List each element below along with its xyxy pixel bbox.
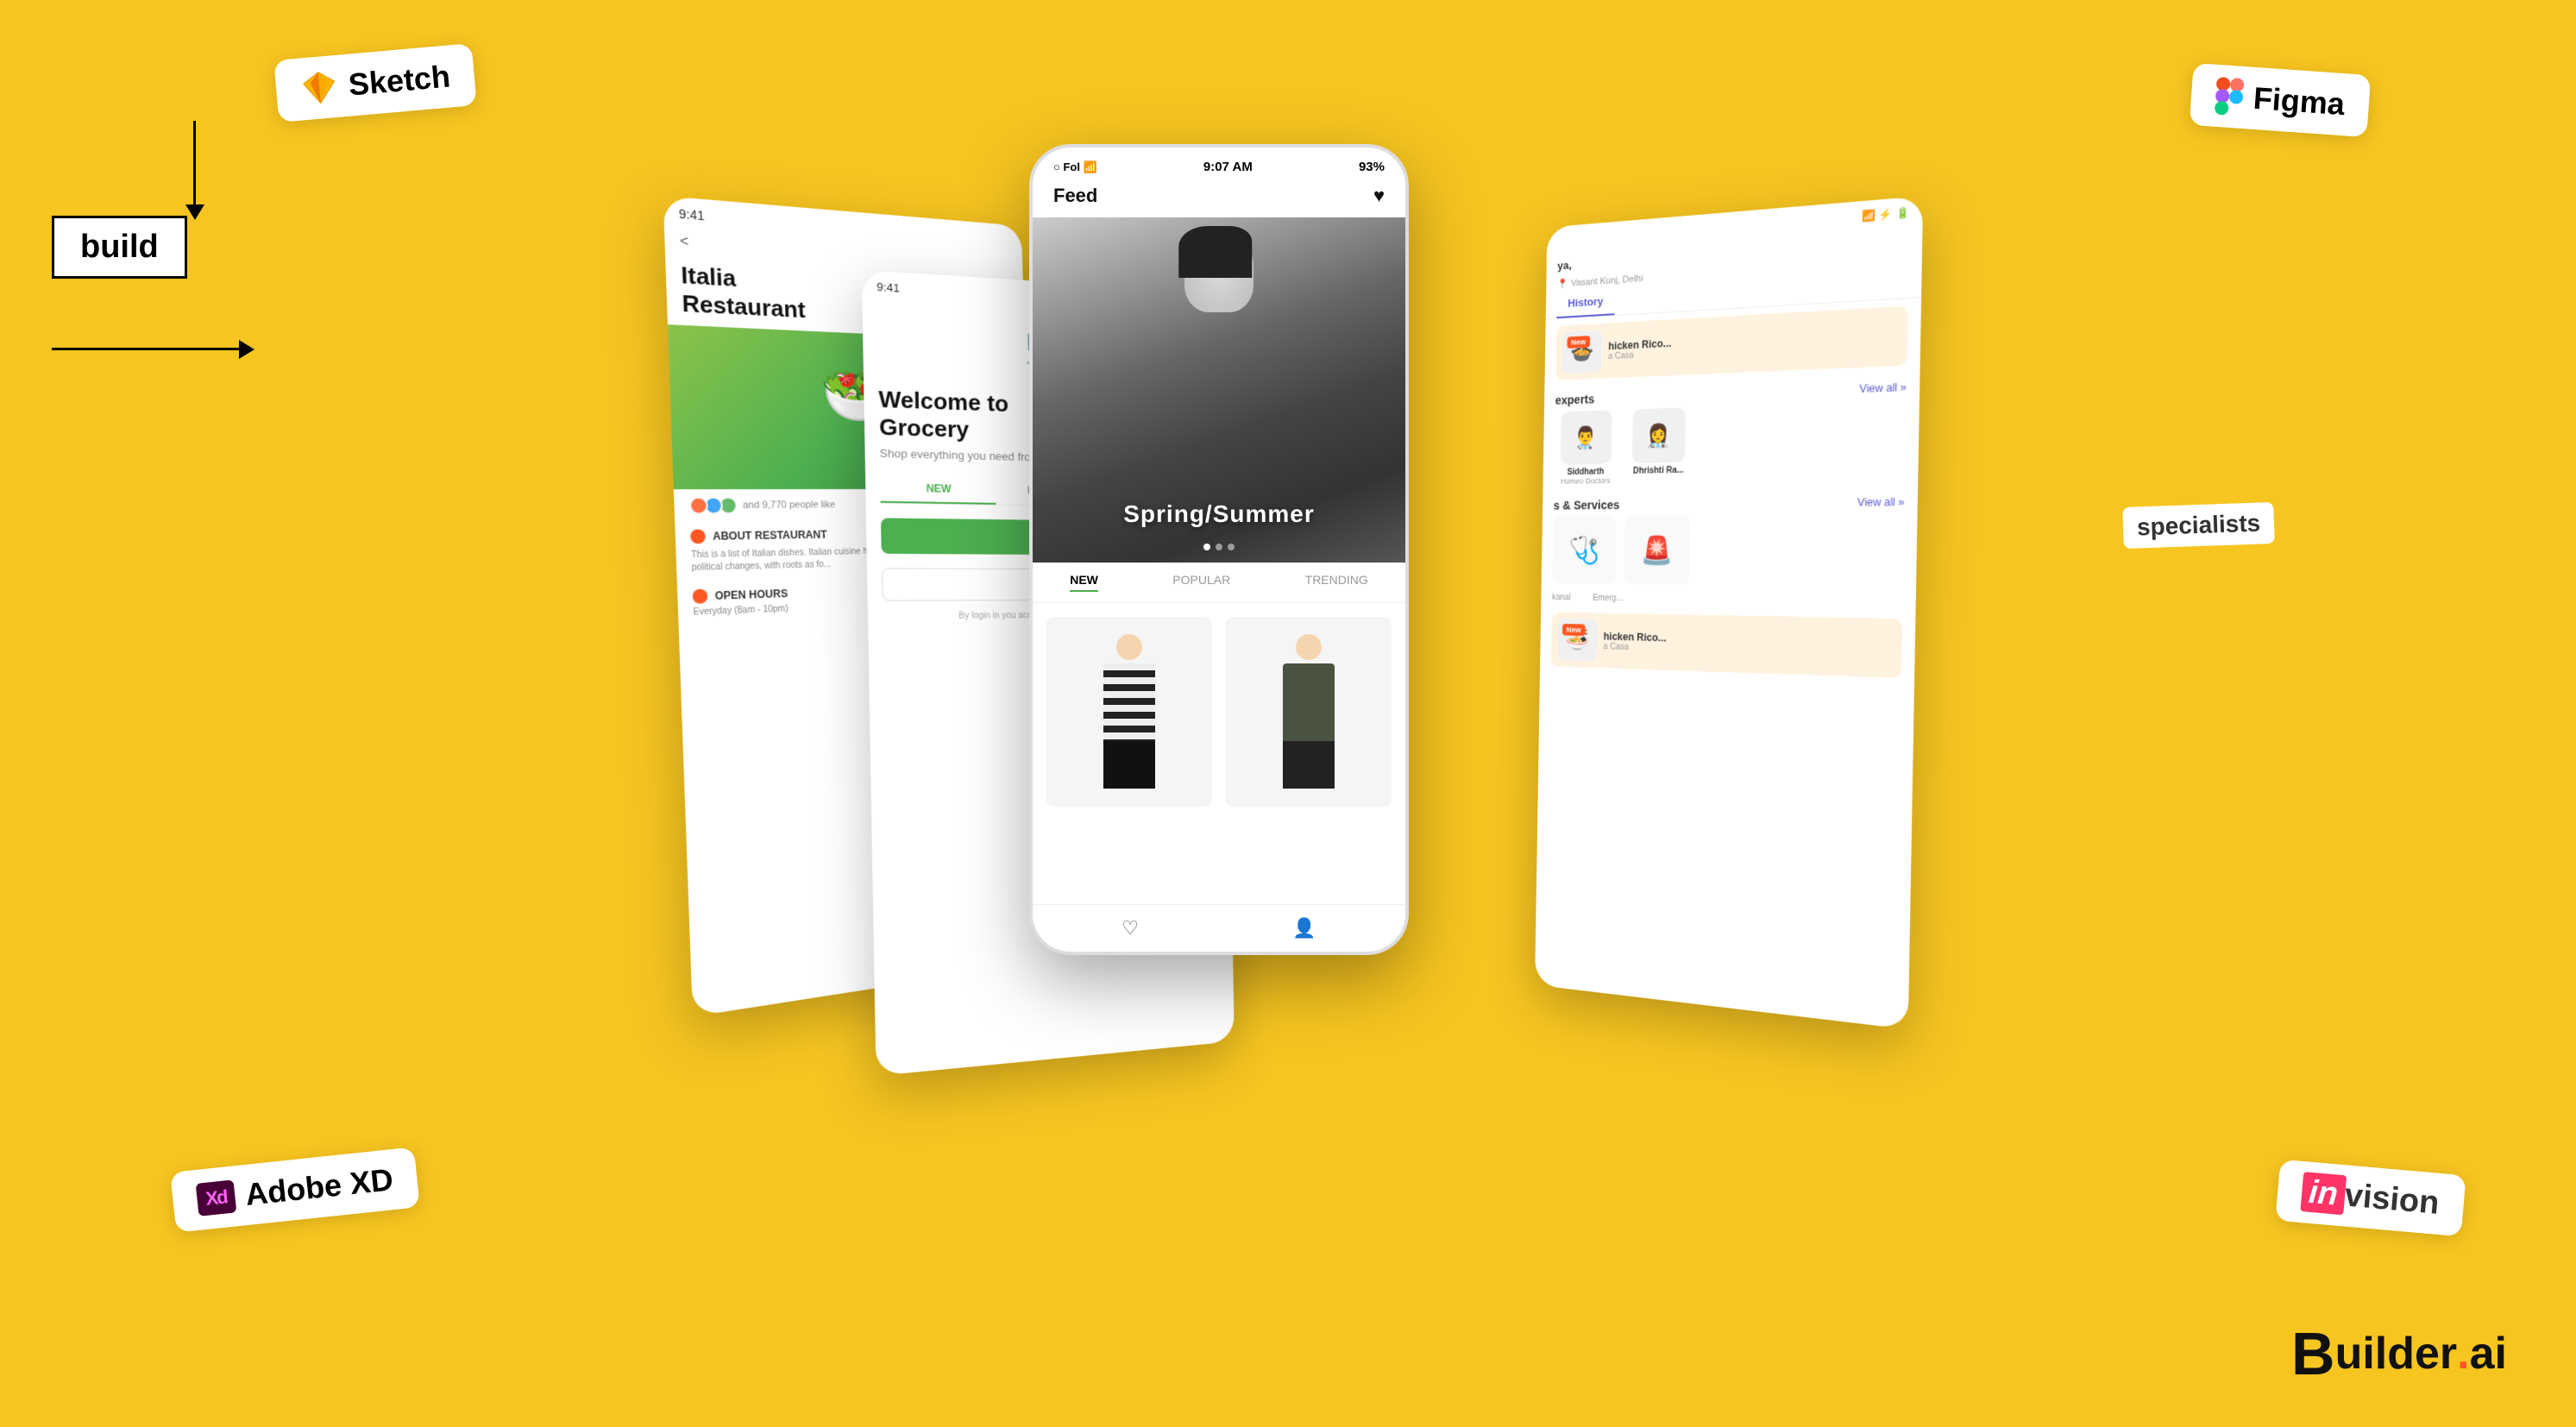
expert-title-1: Homeo Doctors — [1554, 476, 1618, 486]
services-view-all[interactable]: View all » — [1857, 496, 1905, 509]
grocery-tab-new[interactable]: NEW — [880, 475, 996, 505]
main-status-bar: ○ Fol 📶 9:07 AM 93% — [1033, 148, 1405, 181]
restaurant-time: 9:41 — [679, 206, 705, 223]
experts-view-all[interactable]: View all » — [1859, 381, 1907, 396]
adobexd-label: Adobe XD — [243, 1161, 394, 1213]
specialists-text: specialists — [2122, 502, 2275, 549]
services-signal: 📶 ⚡ 🔋 — [1862, 206, 1909, 223]
services-screen: 📶 ⚡ 🔋 ya, 📍 Vasant Kunj, Delhi History 🍲… — [1535, 196, 1923, 1029]
service-card-1: 🩺 — [1552, 517, 1617, 584]
main-phone-screen: ○ Fol 📶 9:07 AM 93% Feed ♥ — [1029, 144, 1409, 955]
new-label-1: New — [1567, 336, 1589, 349]
screens-container: 9:41 < ItaliaRestaurant 🥗 and 9,770 peop… — [512, 110, 2064, 1317]
heart-icon[interactable]: ♥ — [1373, 185, 1385, 207]
expert-name-2: Dhrishti Ra... — [1625, 466, 1692, 476]
food-card-2: 🍜 New hicken Rico... a Casa — [1551, 612, 1903, 678]
builder-dot: . — [2457, 1328, 2469, 1380]
fashion-tab-new[interactable]: NEW — [1070, 573, 1098, 592]
experts-row: 👨‍⚕️ Siddharth Homeo Doctors 👩‍⚕️ Dhrish… — [1542, 399, 1919, 493]
status-time: 9:07 AM — [1203, 160, 1253, 174]
fashion-tab-trending[interactable]: TRENDING — [1305, 573, 1368, 592]
invision-label: invision — [2301, 1173, 2441, 1223]
food-info-1: hicken Rico... a Casa — [1608, 336, 1672, 361]
services-tab-history[interactable]: History — [1556, 287, 1614, 318]
sketch-badge: Sketch — [273, 43, 476, 123]
status-left: ○ Fol 📶 — [1053, 160, 1097, 174]
dot-2 — [1216, 544, 1222, 550]
food-thumb-2: 🍜 New — [1557, 619, 1598, 661]
main-hero: Spring/Summer — [1033, 217, 1405, 563]
dot-3 — [1228, 544, 1235, 550]
main-header: Feed ♥ — [1033, 181, 1405, 217]
sketch-label: Sketch — [347, 58, 451, 103]
builder-ai: ai — [2470, 1328, 2507, 1380]
restaurant-likes-text: and 9,770 people like — [743, 500, 836, 511]
about-label: ABOUT RESTAURANT — [713, 529, 827, 543]
experts-title: experts — [1555, 393, 1595, 407]
expert-avatar-2: 👩‍⚕️ — [1632, 407, 1686, 463]
product-card-1 — [1046, 617, 1212, 807]
invision-vision-text: vision — [2344, 1177, 2441, 1221]
figma-icon — [2215, 77, 2245, 116]
build-diagram: build — [52, 121, 293, 350]
status-battery: 93% — [1359, 160, 1385, 174]
builder-b-char: B — [2291, 1323, 2335, 1384]
hero-overlay-text: Spring/Summer — [1123, 500, 1314, 528]
new-label-2: New — [1562, 624, 1585, 636]
fashion-tabs: NEW POPULAR TRENDING — [1033, 563, 1405, 603]
figma-badge: Figma — [2190, 63, 2372, 137]
hours-label: OPEN HOURS — [714, 588, 788, 602]
expert-card-2: 👩‍⚕️ Dhrishti Ra... — [1625, 407, 1693, 485]
main-scene: build Sketch Xd Adobe XD — [0, 0, 2576, 1427]
product-image-2 — [1226, 617, 1392, 807]
sketch-icon — [298, 67, 340, 109]
adobexd-badge: Xd Adobe XD — [170, 1147, 420, 1232]
food-card-1: 🍲 New hicken Rico... a Casa — [1555, 305, 1908, 380]
service-cards-row: 🩺 🚨 — [1542, 515, 1918, 594]
services-section-header: s & Services View all » — [1542, 487, 1918, 517]
grocery-time: 9:41 — [876, 280, 900, 295]
product-card-2 — [1226, 617, 1392, 807]
fashion-tab-popular[interactable]: POPULAR — [1172, 573, 1230, 592]
invision-badge: invision — [2276, 1160, 2466, 1237]
invision-in-text: in — [2301, 1172, 2347, 1215]
main-toolbar: ♡ 👤 — [1033, 904, 1405, 952]
fashion-products — [1033, 603, 1405, 820]
product-image-1 — [1046, 617, 1212, 807]
food-thumb-1: 🍲 New — [1562, 330, 1603, 374]
expert-card-1: 👨‍⚕️ Siddharth Homeo Doctors — [1554, 410, 1618, 486]
expert-avatar-1: 👨‍⚕️ — [1561, 410, 1612, 464]
dot-1 — [1203, 544, 1210, 550]
status-signal: ○ Fol 📶 — [1053, 160, 1097, 174]
food-info-2: hicken Rico... a Casa — [1603, 630, 1666, 652]
builder-rest: uilder — [2335, 1328, 2458, 1380]
figma-label: Figma — [2252, 80, 2347, 123]
build-box: build — [52, 216, 187, 279]
toolbar-heart[interactable]: ♡ — [1122, 917, 1139, 940]
adobexd-icon: Xd — [196, 1179, 237, 1216]
food-name-2: hicken Rico... — [1604, 630, 1667, 644]
services-section-title: s & Services — [1554, 498, 1620, 512]
service-card-2: 🚨 — [1624, 516, 1691, 584]
main-feed-title: Feed — [1053, 185, 1097, 207]
food-detail-2: a Casa — [1603, 642, 1666, 653]
builder-logo: B uilder . ai — [2291, 1323, 2507, 1384]
hero-dots — [1203, 544, 1235, 550]
toolbar-profile[interactable]: 👤 — [1292, 917, 1316, 940]
